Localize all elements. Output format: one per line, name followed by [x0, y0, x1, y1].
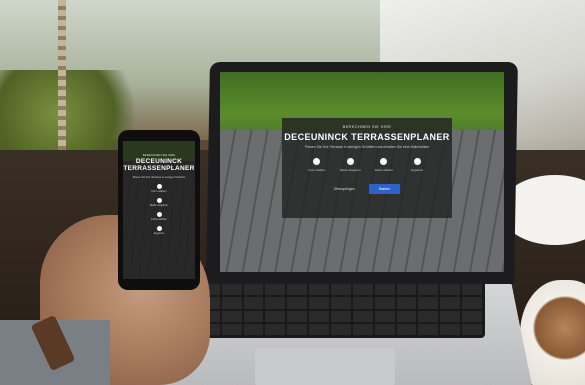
- keyboard-key: [331, 297, 351, 309]
- step-item: Maße eingeben: [335, 157, 365, 172]
- step-label: Ergebnis: [411, 167, 424, 172]
- keyboard-key: [440, 323, 461, 335]
- keyboard-key: [309, 310, 329, 322]
- photo-scene: BERECHNEN SIE IHRE DECEUNINCK TERRASSENP…: [0, 0, 585, 385]
- keyboard-key: [418, 323, 439, 335]
- start-button[interactable]: Starten: [368, 183, 401, 194]
- keyboard-key: [243, 284, 264, 296]
- keyboard-key: [418, 297, 439, 309]
- keyboard-key: [462, 310, 482, 322]
- keyboard-key: [352, 284, 373, 296]
- keyboard-key: [221, 284, 242, 296]
- laptop-screen: BERECHNEN SIE IHRE DECEUNINCK TERRASSENP…: [220, 72, 504, 272]
- keyboard-key: [287, 323, 308, 335]
- keyboard-key: [352, 297, 373, 309]
- skip-button[interactable]: Überspringen: [334, 187, 355, 191]
- keyboard-key: [221, 310, 242, 322]
- keyboard-key: [418, 310, 439, 322]
- phone-step-label: Farbe wählen: [151, 217, 167, 221]
- planner-dialog: BERECHNEN SIE IHRE DECEUNINCK TERRASSENP…: [282, 118, 452, 218]
- phone-screen: BERECHNEN SIE IHRE DECEUNINCK TERRASSENP…: [123, 141, 195, 279]
- phone-step-item: Farbe wählen: [123, 211, 195, 221]
- dialog-actions: Überspringen Starten: [282, 183, 452, 194]
- phone-kicker: BERECHNEN SIE IHRE: [142, 153, 176, 157]
- keyboard-key: [396, 284, 417, 296]
- keyboard-key: [221, 297, 242, 309]
- phone-step-list: Form wählen Maße eingeben Farbe wählen E…: [123, 183, 195, 235]
- phone-step-label: Maße eingeben: [149, 203, 169, 207]
- list-icon: [413, 157, 421, 165]
- keyboard-key: [243, 310, 264, 322]
- size-icon: [346, 157, 354, 165]
- phone-step-item: Form wählen: [123, 183, 195, 193]
- color-icon: [380, 157, 388, 165]
- size-icon: [156, 197, 162, 203]
- keyboard-key: [309, 297, 329, 309]
- step-item: Farbe wählen: [369, 157, 399, 172]
- keyboard-key: [331, 284, 351, 296]
- keyboard-key: [309, 323, 329, 335]
- keyboard-key: [331, 310, 351, 322]
- phone-planner-overlay: BERECHNEN SIE IHRE DECEUNINCK TERRASSENP…: [123, 141, 195, 279]
- color-icon: [156, 211, 162, 217]
- keyboard-key: [243, 323, 264, 335]
- dialog-description: Planen Sie Ihre Terrasse in wenigen Schr…: [304, 145, 430, 149]
- keyboard-key: [243, 297, 264, 309]
- keyboard-key: [374, 297, 395, 309]
- step-item: Form wählen: [302, 157, 332, 172]
- phone-step-item: Ergebnis: [123, 225, 195, 235]
- keyboard-key: [440, 297, 461, 309]
- keyboard-key: [462, 284, 482, 296]
- phone-title-line2: TERRASSENPLANER: [123, 164, 195, 172]
- keyboard-key: [265, 284, 286, 296]
- keyboard-key: [265, 323, 286, 335]
- keyboard-key: [396, 297, 417, 309]
- keyboard-key: [462, 297, 482, 309]
- shape-icon: [313, 157, 321, 165]
- laptop-trackpad: [255, 348, 395, 385]
- keyboard-key: [331, 323, 351, 335]
- keyboard-key: [374, 323, 395, 335]
- phone-title: DECEUNINCK TERRASSENPLANER: [123, 158, 195, 173]
- keyboard-key: [374, 284, 395, 296]
- step-label: Form wählen: [308, 167, 326, 172]
- keyboard-key: [287, 284, 308, 296]
- keyboard-key: [221, 323, 242, 335]
- step-list: Form wählen Maße eingeben Farbe wählen E…: [300, 157, 434, 172]
- keyboard-key: [418, 284, 439, 296]
- dialog-kicker: BERECHNEN SIE IHRE: [342, 124, 392, 129]
- shape-icon: [156, 183, 162, 189]
- keyboard-key: [352, 323, 373, 335]
- keyboard-key: [374, 310, 395, 322]
- dialog-title: DECEUNINCK TERRASSENPLANER: [284, 132, 450, 142]
- list-icon: [156, 225, 162, 231]
- phone-step-label: Form wählen: [151, 189, 167, 193]
- phone-step-label: Ergebnis: [153, 231, 165, 235]
- phone-step-item: Maße eingeben: [123, 197, 195, 207]
- step-label: Farbe wählen: [374, 167, 393, 172]
- keyboard-key: [352, 310, 373, 322]
- keyboard-key: [396, 310, 417, 322]
- keyboard-key: [287, 310, 308, 322]
- step-item: Ergebnis: [402, 157, 432, 172]
- keyboard-key: [265, 297, 286, 309]
- keyboard-key: [462, 323, 482, 335]
- keyboard-key: [309, 284, 329, 296]
- keyboard-key: [440, 310, 461, 322]
- keyboard-key: [440, 284, 461, 296]
- keyboard-key: [265, 310, 286, 322]
- keyboard-key: [287, 297, 308, 309]
- phone-description: Planen Sie Ihre Terrasse in wenigen Schr…: [132, 175, 186, 179]
- step-label: Maße eingeben: [339, 167, 361, 172]
- keyboard-key: [396, 323, 417, 335]
